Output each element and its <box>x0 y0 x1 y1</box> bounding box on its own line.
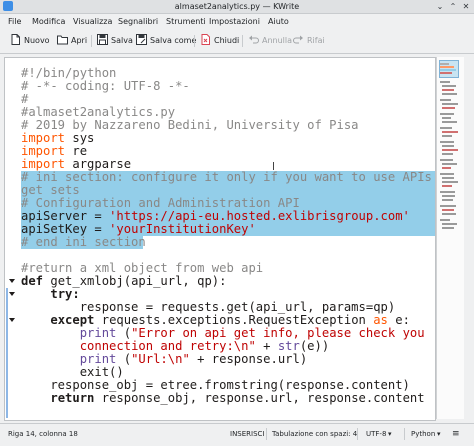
menu-hamburger-icon[interactable]: ≡ <box>452 424 460 444</box>
encoding-selector[interactable]: UTF-8 <box>366 424 386 444</box>
menu-settings[interactable]: Impostazioni <box>207 14 262 29</box>
new-document-icon <box>10 34 21 45</box>
title-bar: almaset2analytics.py — KWrite ⌄ ⌃ ✕ <box>0 0 474 14</box>
syntax-mode-selector[interactable]: Python <box>411 424 435 444</box>
code-editor[interactable]: #!/bin/python # -*- coding: UTF-8 -*- # … <box>4 57 436 421</box>
status-separator <box>357 428 358 440</box>
code-line: return response_obj, response.url, respo… <box>50 391 425 405</box>
fold-def-icon[interactable] <box>9 279 15 283</box>
minimize-icon[interactable]: ⌄ <box>434 1 446 12</box>
menu-file[interactable]: File <box>6 14 23 29</box>
menu-edit[interactable]: Modifica <box>30 14 67 29</box>
indentation-setting[interactable]: Tabulazione con spazi: 4 <box>272 424 357 444</box>
toolbar: Nuovo Apri Salva Salva come Chiudi Annul… <box>0 29 474 54</box>
folder-open-icon <box>57 34 68 45</box>
fold-try-icon[interactable] <box>9 292 15 296</box>
new-button[interactable]: Nuovo <box>10 33 50 49</box>
menu-tools[interactable]: Strumenti <box>164 14 208 29</box>
save-as-icon <box>136 34 147 45</box>
status-bar: Riga 14, colonna 18 INSERISCI Tabulazion… <box>0 423 474 446</box>
code-line: # ini section: configure it only if you … <box>21 170 436 184</box>
syntax-dropdown-icon: ▾ <box>437 430 441 438</box>
undo-icon <box>248 34 259 45</box>
cursor-position[interactable]: Riga 14, colonna 18 <box>8 424 78 444</box>
vertical-scrollbar[interactable] <box>464 57 472 419</box>
menu-view[interactable]: Visualizza <box>71 14 114 29</box>
save-button[interactable]: Salva <box>97 33 133 49</box>
toolbar-separator <box>91 35 92 47</box>
input-mode[interactable]: INSERISCI <box>230 424 265 444</box>
status-separator <box>404 428 405 440</box>
close-window-icon[interactable]: ✕ <box>460 1 472 12</box>
toolbar-separator <box>242 35 243 47</box>
menu-bar: File Modifica Visualizza Segnalibri Stru… <box>0 14 474 29</box>
maximize-icon[interactable]: ⌃ <box>447 1 459 12</box>
close-document-icon <box>200 34 211 45</box>
menu-bookmarks[interactable]: Segnalibri <box>116 14 160 29</box>
open-button[interactable]: Apri <box>57 33 87 49</box>
fold-region-bar <box>6 288 8 418</box>
save-icon <box>97 34 108 45</box>
encoding-dropdown-icon: ▾ <box>388 430 392 438</box>
redo-button[interactable]: Rifai <box>293 33 325 49</box>
undo-button[interactable]: Annulla <box>248 33 292 49</box>
toolbar-separator <box>194 35 195 47</box>
close-document-button[interactable]: Chiudi <box>200 33 239 49</box>
code-line: # -*- coding: UTF-8 -*- <box>21 79 190 93</box>
status-separator <box>266 428 267 440</box>
fold-except-icon[interactable] <box>9 318 15 322</box>
mouse-ibeam-cursor <box>273 162 274 170</box>
window-title: almaset2analytics.py — KWrite <box>174 2 300 11</box>
menu-help[interactable]: Aiuto <box>266 14 291 29</box>
save-as-button[interactable]: Salva come <box>136 33 196 49</box>
code-line: # end ini section <box>21 235 146 249</box>
minimap[interactable] <box>436 57 464 419</box>
redo-icon <box>293 34 304 45</box>
